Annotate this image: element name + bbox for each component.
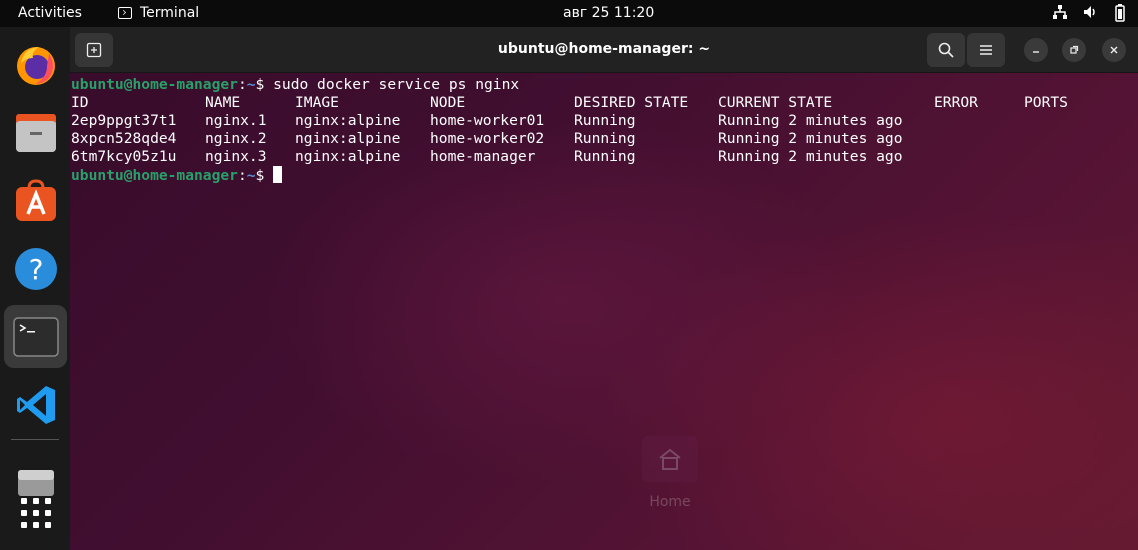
system-tray[interactable] xyxy=(1052,4,1128,22)
minimize-icon xyxy=(1033,51,1039,53)
terminal-small-icon xyxy=(118,7,132,19)
close-button[interactable] xyxy=(1102,38,1126,62)
minimize-button[interactable] xyxy=(1024,38,1048,62)
cell-current-state: Running 2 minutes ago xyxy=(718,112,903,129)
table-header: ID NAME IMAGE NODE DESIRED STATE CURRENT… xyxy=(71,94,1138,112)
app-name: Terminal xyxy=(140,5,200,21)
prompt-path: ~ xyxy=(246,167,256,184)
cell-desired-state: Running xyxy=(574,148,636,165)
close-icon xyxy=(1110,46,1118,54)
app-grid-icon[interactable] xyxy=(4,481,67,544)
command-line: ubuntu@home-manager:~$ sudo docker servi… xyxy=(71,76,520,93)
cell-node: home-worker02 xyxy=(430,130,545,147)
restore-icon xyxy=(1070,45,1079,54)
cell-image: nginx:alpine xyxy=(295,112,401,129)
prompt-symbol: $ xyxy=(255,76,265,93)
header-node: NODE xyxy=(430,94,466,111)
app-menu[interactable]: Terminal xyxy=(118,5,199,21)
command-text: sudo docker service ps nginx xyxy=(273,76,520,93)
cell-node: home-worker01 xyxy=(430,112,545,129)
cell-node: home-manager xyxy=(430,148,536,165)
text-cursor xyxy=(273,166,283,183)
prompt-path: ~ xyxy=(246,76,256,93)
header-name: NAME xyxy=(205,94,241,111)
battery-icon xyxy=(1112,4,1128,22)
help-icon[interactable]: ? xyxy=(4,237,67,300)
cell-id: 8xpcn528qde4 xyxy=(71,130,177,147)
window-titlebar[interactable]: ubuntu@home-manager: ~ xyxy=(70,27,1138,73)
cell-current-state: Running 2 minutes ago xyxy=(718,130,903,147)
cell-desired-state: Running xyxy=(574,112,636,129)
prompt-symbol: $ xyxy=(255,167,265,184)
header-current-state: CURRENT STATE xyxy=(718,94,833,111)
maximize-button[interactable] xyxy=(1062,38,1086,62)
table-row: 6tm7kcy05z1u nginx.3 nginx:alpine home-m… xyxy=(71,148,1138,166)
header-id: ID xyxy=(71,94,89,111)
activities-button[interactable]: Activities xyxy=(18,5,82,21)
cell-image: nginx:alpine xyxy=(295,130,401,147)
volume-icon xyxy=(1082,4,1098,20)
svg-text:?: ? xyxy=(28,253,43,286)
cell-desired-state: Running xyxy=(574,130,636,147)
header-image: IMAGE xyxy=(295,94,339,111)
table-row: 8xpcn528qde4 nginx.2 nginx:alpine home-w… xyxy=(71,130,1138,148)
menu-button[interactable] xyxy=(967,33,1005,67)
terminal-window[interactable]: ubuntu@home-manager: ~ ubuntu@home-manag… xyxy=(70,27,1138,550)
header-ports: PORTS xyxy=(1024,94,1068,111)
vscode-icon[interactable] xyxy=(4,373,67,436)
dock: ? xyxy=(0,27,70,550)
top-bar: Activities Terminal авг 25 11:20 xyxy=(0,0,1138,27)
header-desired-state: DESIRED STATE xyxy=(574,94,689,111)
cell-current-state: Running 2 minutes ago xyxy=(718,148,903,165)
terminal-icon[interactable] xyxy=(4,305,67,368)
terminal-output[interactable]: ubuntu@home-manager:~$ sudo docker servi… xyxy=(70,74,1138,550)
software-center-icon[interactable] xyxy=(4,169,67,232)
prompt-user-host: ubuntu@home-manager xyxy=(71,76,238,93)
clock[interactable]: авг 25 11:20 xyxy=(563,5,654,21)
search-icon xyxy=(938,42,954,58)
cell-name: nginx.3 xyxy=(205,148,267,165)
cell-name: nginx.2 xyxy=(205,130,267,147)
active-prompt-line[interactable]: ubuntu@home-manager:~$ xyxy=(71,166,1138,184)
files-icon[interactable] xyxy=(4,101,67,164)
network-icon xyxy=(1052,4,1068,20)
firefox-icon[interactable] xyxy=(4,33,67,96)
cell-id: 2ep9ppgt37t1 xyxy=(71,112,177,129)
prompt-user-host: ubuntu@home-manager xyxy=(71,167,238,184)
header-error: ERROR xyxy=(934,94,978,111)
table-row: 2ep9ppgt37t1 nginx.1 nginx:alpine home-w… xyxy=(71,112,1138,130)
hamburger-icon xyxy=(980,45,992,55)
dock-separator xyxy=(11,439,59,440)
cell-id: 6tm7kcy05z1u xyxy=(71,148,177,165)
cell-name: nginx.1 xyxy=(205,112,267,129)
cell-image: nginx:alpine xyxy=(295,148,401,165)
search-button[interactable] xyxy=(927,33,965,67)
